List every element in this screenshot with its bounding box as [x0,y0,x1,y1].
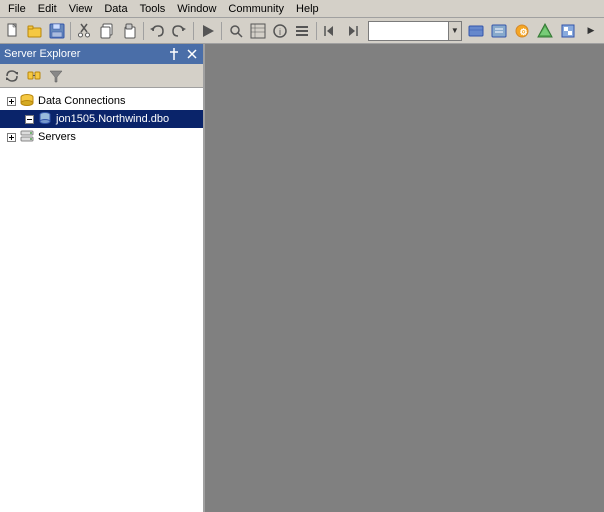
close-button[interactable] [185,47,199,61]
servers-label: Servers [38,131,76,143]
se-connect-button[interactable] [24,66,44,86]
server-explorer-tree: Data Connections jon1505.Northwind.d [0,88,203,512]
menu-bar: File Edit View Data Tools Window Communi… [0,0,604,18]
grid-button[interactable] [247,20,268,42]
tree-node-data-connections[interactable]: Data Connections [0,92,203,110]
server-explorer-title: Server Explorer [4,48,163,60]
toolbar-scroll: ▶ [580,20,602,42]
menu-community[interactable]: Community [222,1,290,17]
toolbar-dropdown-group: ▼ [368,21,462,41]
right-btn-2[interactable] [488,20,510,42]
paste-button[interactable] [119,20,140,42]
toolbar-combo-input[interactable] [368,21,448,41]
menu-view[interactable]: View [63,1,99,17]
toolbar-right-group: ⚙ [465,20,579,42]
pin-button[interactable] [167,47,181,61]
main-toolbar: i ▼ ⚙ ▶ [0,18,604,44]
db-node-label: jon1505.Northwind.dbo [56,113,169,125]
properties-button[interactable]: i [269,20,290,42]
tree-node-db[interactable]: jon1505.Northwind.dbo [0,110,203,128]
toolbar-sep-5 [316,22,317,40]
data-connections-label: Data Connections [38,95,125,107]
tree-expander-db[interactable] [22,112,36,126]
tree-expander-data-connections[interactable] [4,94,18,108]
new-file-button[interactable] [2,20,23,42]
undo-button[interactable] [147,20,168,42]
right-btn-1[interactable] [465,20,487,42]
toolbar-sep-3 [193,22,194,40]
search-button[interactable] [225,20,246,42]
svg-text:⚙: ⚙ [519,27,527,37]
menu-edit[interactable]: Edit [32,1,63,17]
toolbar-sep-2 [143,22,144,40]
menu-tools[interactable]: Tools [134,1,172,17]
right-btn-4[interactable] [534,20,556,42]
menu-data[interactable]: Data [98,1,133,17]
toolbar-sep-1 [70,22,71,40]
save-button[interactable] [46,20,67,42]
redo-button[interactable] [169,20,190,42]
tree-expander-servers[interactable] [4,130,18,144]
servers-icon [19,129,35,145]
toolbar-combo-dropdown[interactable]: ▼ [448,21,462,41]
right-btn-5[interactable] [557,20,579,42]
content-area [205,44,604,512]
server-explorer-panel: Server Explorer [0,44,205,512]
server-explorer-titlebar: Server Explorer [0,44,203,64]
cut-button[interactable] [74,20,95,42]
server-explorer-toolbar [0,64,203,88]
toolbar-sep-4 [221,22,222,40]
toolbar-scroll-right[interactable]: ▶ [580,20,602,42]
se-refresh-button[interactable] [2,66,22,86]
db-node-icon [37,111,53,127]
menu-help[interactable]: Help [290,1,325,17]
se-filter-button[interactable] [46,66,66,86]
forward-button[interactable] [342,20,363,42]
right-btn-3[interactable]: ⚙ [511,20,533,42]
menu-window[interactable]: Window [171,1,222,17]
back-button[interactable] [320,20,341,42]
settings-button[interactable] [292,20,313,42]
menu-file[interactable]: File [2,1,32,17]
copy-button[interactable] [97,20,118,42]
main-layout: Server Explorer [0,44,604,512]
run-button[interactable] [197,20,218,42]
open-file-button[interactable] [24,20,45,42]
tree-node-servers[interactable]: Servers [0,128,203,146]
svg-text:i: i [279,27,281,37]
data-connections-icon [19,93,35,109]
